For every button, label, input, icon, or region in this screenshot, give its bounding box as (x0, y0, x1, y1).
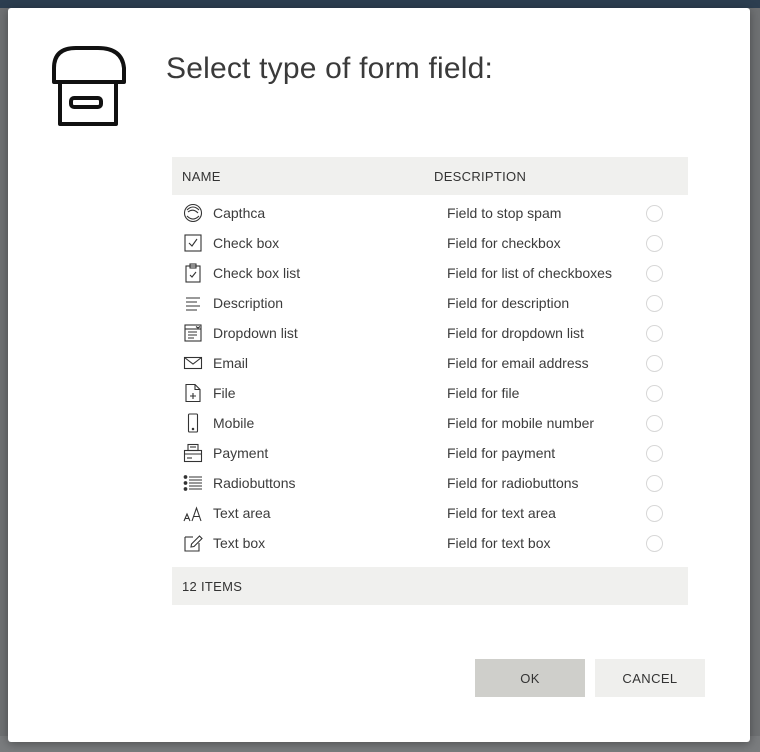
table-row[interactable]: Capthca Field to stop spam (172, 198, 688, 228)
table-row[interactable]: Payment Field for payment (172, 438, 688, 468)
row-description: Field for file (447, 385, 520, 401)
row-radio[interactable] (646, 324, 663, 342)
table-row[interactable]: File Field for file (172, 378, 688, 408)
row-radio[interactable] (646, 474, 663, 492)
column-header-description[interactable]: DESCRIPTION (434, 169, 688, 184)
table-row[interactable]: Email Field for email address (172, 348, 688, 378)
row-description: Field for radiobuttons (447, 475, 579, 491)
dialog-title: Select type of form field: (166, 52, 494, 85)
select-field-type-dialog: Select type of form field: NAME DESCRIPT… (8, 8, 750, 742)
table-row[interactable]: Dropdown list Field for dropdown list (172, 318, 688, 348)
row-description: Field for list of checkboxes (447, 265, 612, 281)
row-name: File (213, 385, 236, 401)
table-row[interactable]: Mobile Field for mobile number (172, 408, 688, 438)
column-header-name[interactable]: NAME (172, 169, 434, 184)
row-description: Field for text area (447, 505, 556, 521)
cancel-button[interactable]: CANCEL (595, 659, 705, 697)
file-add-icon (182, 382, 204, 404)
table-row[interactable]: Description Field for description (172, 288, 688, 318)
grid-footer: 12 ITEMS (172, 567, 688, 605)
row-radio[interactable] (646, 534, 663, 552)
row-description: Field for checkbox (447, 235, 561, 251)
dropdown-list-icon (182, 322, 204, 344)
row-description: Field for description (447, 295, 570, 311)
item-count: 12 ITEMS (182, 578, 243, 594)
row-name: Dropdown list (213, 325, 298, 341)
background-app-header (0, 0, 760, 8)
row-name: Text area (213, 505, 271, 521)
bulleted-list-icon (182, 472, 204, 494)
row-radio[interactable] (646, 264, 663, 282)
grid-rows: Capthca Field to stop spam Check box Fie… (172, 195, 688, 558)
row-radio[interactable] (646, 414, 663, 432)
table-row[interactable]: Check box Field for checkbox (172, 228, 688, 258)
row-description: Field for email address (447, 355, 589, 371)
row-name: Mobile (213, 415, 255, 431)
text-lines-icon (182, 292, 204, 314)
envelope-icon (182, 352, 204, 374)
table-row[interactable]: Check box list Field for list of checkbo… (172, 258, 688, 288)
row-name: Email (213, 355, 249, 371)
row-radio[interactable] (646, 504, 663, 522)
row-radio[interactable] (646, 294, 663, 312)
row-name: Capthca (213, 205, 266, 221)
font-size-icon (182, 502, 204, 524)
mobile-phone-icon (182, 412, 204, 434)
table-row[interactable]: Text area Field for text area (172, 498, 688, 528)
pencil-edit-icon (182, 532, 204, 554)
checkbox-icon (182, 232, 204, 254)
row-radio[interactable] (646, 354, 663, 372)
clipboard-check-icon (182, 262, 204, 284)
row-name: Check box (213, 235, 280, 251)
grid-header: NAME DESCRIPTION (172, 157, 688, 195)
table-row[interactable]: Radiobuttons Field for radiobuttons (172, 468, 688, 498)
row-name: Text box (213, 535, 266, 551)
row-description: Field for dropdown list (447, 325, 584, 341)
row-description: Field for mobile number (447, 415, 595, 431)
table-row[interactable]: Text box Field for text box (172, 528, 688, 558)
row-description: Field for text box (447, 535, 551, 551)
row-description: Field to stop spam (447, 205, 562, 221)
row-name: Description (213, 295, 284, 311)
row-radio[interactable] (646, 204, 663, 222)
payment-terminal-icon (182, 442, 204, 464)
row-radio[interactable] (646, 384, 663, 402)
row-radio[interactable] (646, 444, 663, 462)
archive-box-icon (46, 46, 128, 128)
ok-button[interactable]: OK (475, 659, 585, 697)
row-name: Radiobuttons (213, 475, 296, 491)
row-name: Check box list (213, 265, 301, 281)
row-radio[interactable] (646, 234, 663, 252)
row-description: Field for payment (447, 445, 556, 461)
captcha-icon (182, 202, 204, 224)
row-name: Payment (213, 445, 269, 461)
field-type-grid: NAME DESCRIPTION Capthca Field to stop s… (172, 157, 688, 605)
